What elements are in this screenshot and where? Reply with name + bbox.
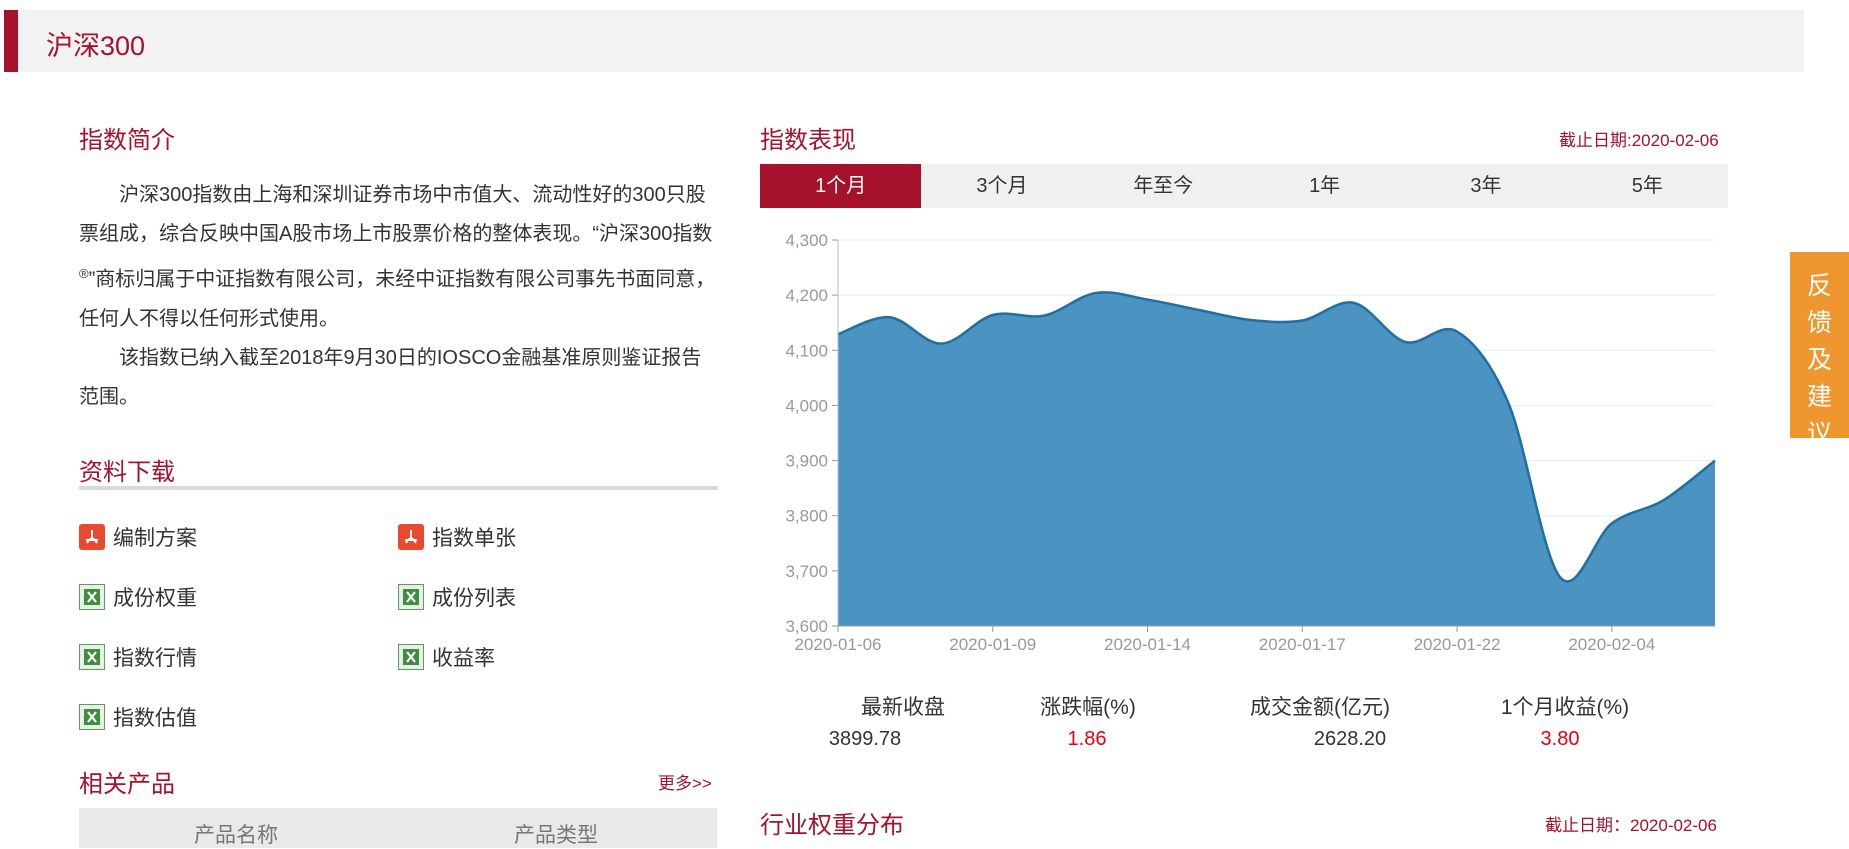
tab-year-to-date[interactable]: 年至今 bbox=[1083, 164, 1244, 208]
excel-icon bbox=[398, 644, 424, 670]
y-tick-label: 4,300 bbox=[785, 231, 828, 250]
downloads-divider bbox=[79, 486, 718, 490]
products-table-header: 产品名称 产品类型 bbox=[79, 808, 717, 848]
download-item-index-factsheet[interactable]: 指数单张 bbox=[398, 522, 516, 552]
header-accent-bar bbox=[4, 10, 18, 72]
download-label: 指数估值 bbox=[113, 707, 197, 730]
intro-paragraph-2: 该指数已纳入截至2018年9月30日的IOSCO金融基准原则鉴证报告范围。 bbox=[79, 346, 702, 408]
downloads-title: 资料下载 bbox=[79, 459, 175, 486]
industry-date-note: 截止日期：2020-02-06 bbox=[1545, 816, 1717, 835]
y-tick-label: 3,700 bbox=[785, 562, 828, 581]
related-products-title: 相关产品 bbox=[79, 771, 175, 798]
chart-area-layer bbox=[837, 291, 1716, 626]
intro-text-part-a: 沪深300指数由上海和深圳证券市场中市值大、流动性好的300只股票组成，综合反映… bbox=[79, 184, 713, 245]
excel-icon bbox=[79, 704, 105, 730]
stat-label-latest-close: 最新收盘 bbox=[861, 696, 945, 719]
index-performance-chart: 3,600 3,700 3,800 3,900 4,000 4,100 4,200 4,300… bbox=[785, 231, 1716, 654]
stat-value-latest-close: 3899.78 bbox=[828, 728, 902, 750]
series-area bbox=[838, 292, 1715, 626]
stat-value-turnover: 2628.20 bbox=[1313, 728, 1387, 750]
tab-1-year[interactable]: 1年 bbox=[1244, 164, 1405, 208]
download-item-index-valuation[interactable]: 指数估值 bbox=[79, 702, 197, 732]
x-tick-label: 2020-01-17 bbox=[1259, 635, 1346, 654]
intro-text: 沪深300指数由上海和深圳证券市场中市值大、流动性好的300只股票组成，综合反映… bbox=[79, 176, 717, 417]
stat-value-change-pct: 1.86 bbox=[1067, 728, 1107, 750]
download-label: 收益率 bbox=[432, 647, 495, 670]
download-label: 指数单张 bbox=[432, 527, 516, 550]
page-header: 沪深300 bbox=[4, 10, 1804, 72]
y-tick-label: 4,000 bbox=[785, 396, 828, 415]
download-label: 成份权重 bbox=[113, 587, 197, 610]
download-item-compilation-plan[interactable]: 编制方案 bbox=[79, 522, 197, 552]
pdf-icon bbox=[398, 524, 424, 550]
y-tick-label: 4,200 bbox=[785, 286, 828, 305]
download-item-returns[interactable]: 收益率 bbox=[398, 642, 495, 672]
registered-mark: ® bbox=[79, 266, 89, 281]
y-tick-label: 3,800 bbox=[785, 507, 828, 526]
x-tick-label: 2020-01-22 bbox=[1414, 635, 1501, 654]
performance-date-note: 截止日期:2020-02-06 bbox=[1559, 131, 1719, 150]
y-tick-label: 3,600 bbox=[785, 617, 828, 636]
intro-paragraph-1: 沪深300指数由上海和深圳证券市场中市值大、流动性好的300只股票组成，综合反映… bbox=[79, 176, 717, 339]
excel-icon bbox=[79, 584, 105, 610]
excel-icon bbox=[79, 644, 105, 670]
x-tick-label: 2020-01-14 bbox=[1104, 635, 1191, 654]
y-tick-label: 4,100 bbox=[785, 341, 828, 360]
more-link[interactable]: 更多>> bbox=[658, 769, 712, 794]
tab-3-months[interactable]: 3个月 bbox=[921, 164, 1082, 208]
intro-title: 指数简介 bbox=[79, 127, 175, 154]
tab-3-years[interactable]: 3年 bbox=[1405, 164, 1566, 208]
tab-1-month[interactable]: 1个月 bbox=[760, 164, 922, 208]
x-tick-label: 2020-01-09 bbox=[949, 635, 1036, 654]
intro-text-part-b: ”商标归属于中证指数有限公司，未经中证指数有限公司事先书面同意，任何人不得以任何… bbox=[79, 268, 716, 330]
stat-label-change-pct: 涨跌幅(%) bbox=[1040, 696, 1136, 719]
tab-5-years[interactable]: 5年 bbox=[1567, 164, 1728, 208]
period-tabs: 1个月 3个月 年至今 1年 3年 5年 bbox=[760, 164, 1728, 208]
feedback-button[interactable]: 反馈及建议 bbox=[1790, 252, 1849, 448]
download-label: 编制方案 bbox=[113, 527, 197, 550]
download-label: 成份列表 bbox=[432, 587, 516, 610]
pdf-icon bbox=[79, 524, 105, 550]
excel-icon bbox=[398, 584, 424, 610]
stat-label-1m-return: 1个月收益(%) bbox=[1500, 696, 1630, 719]
download-item-index-quotes[interactable]: 指数行情 bbox=[79, 642, 197, 672]
x-tick-label: 2020-02-04 bbox=[1568, 635, 1655, 654]
x-tick-label: 2020-01-06 bbox=[795, 635, 882, 654]
performance-title: 指数表现 bbox=[760, 127, 856, 154]
stat-value-1m-return: 3.80 bbox=[1540, 728, 1580, 750]
download-item-constituent-weights[interactable]: 成份权重 bbox=[79, 582, 197, 612]
stat-label-turnover: 成交金额(亿元) bbox=[1250, 696, 1390, 719]
feedback-label: 反馈及建议 bbox=[1807, 272, 1833, 448]
download-label: 指数行情 bbox=[113, 647, 197, 670]
y-tick-label: 3,900 bbox=[785, 452, 828, 471]
column-header-product-name: 产品名称 bbox=[194, 824, 278, 847]
column-header-product-type: 产品类型 bbox=[514, 824, 598, 847]
industry-weights-title: 行业权重分布 bbox=[760, 812, 904, 839]
page-title: 沪深300 bbox=[46, 31, 146, 61]
download-item-constituent-list[interactable]: 成份列表 bbox=[398, 582, 516, 612]
